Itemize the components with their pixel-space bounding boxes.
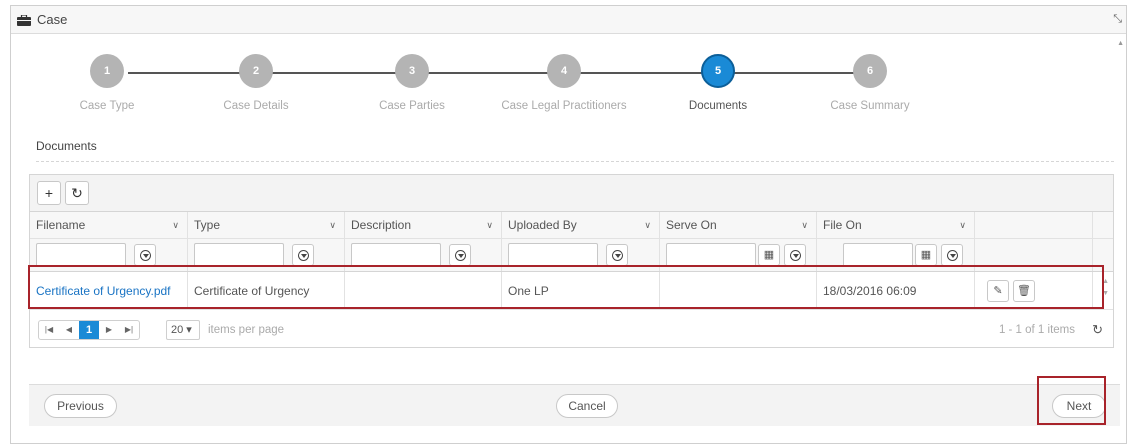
step-number: 5 xyxy=(701,54,735,88)
highlight-box-row xyxy=(28,265,1104,309)
step-number: 1 xyxy=(90,54,124,88)
column-header-label: Serve On xyxy=(666,218,717,232)
filter-input-type[interactable] xyxy=(194,243,284,267)
pager-info: 1 - 1 of 1 items xyxy=(998,324,1075,336)
column-header-type[interactable]: Type ∨ xyxy=(188,212,345,238)
first-page-icon[interactable]: |◀ xyxy=(39,321,59,339)
step-number: 2 xyxy=(239,54,273,88)
prev-page-icon[interactable]: ◀ xyxy=(59,321,79,339)
step-case-type[interactable]: 1 Case Type xyxy=(27,54,187,112)
calendar-icon[interactable]: ▦ xyxy=(915,244,937,266)
column-header-label: Filename xyxy=(36,218,86,232)
filter-icon[interactable] xyxy=(784,244,806,266)
filter-icon[interactable] xyxy=(606,244,628,266)
chevron-down-icon[interactable]: ∨ xyxy=(644,220,651,231)
step-case-summary[interactable]: 6 Case Summary xyxy=(790,54,950,112)
step-label: Case Legal Practitioners xyxy=(501,100,627,112)
page-size-label: items per page xyxy=(208,324,285,336)
chevron-down-icon[interactable]: ∨ xyxy=(801,220,808,231)
filter-input-serve-on[interactable] xyxy=(666,243,756,267)
step-label: Case Summary xyxy=(830,100,910,112)
grid-header-row: Filename ∨ Type ∨ Description ∨ Uploaded… xyxy=(30,212,1113,239)
page-size-select[interactable]: 20 ▾ xyxy=(166,320,200,340)
step-label: Case Parties xyxy=(379,100,445,112)
step-number: 3 xyxy=(395,54,429,88)
column-header-label: Type xyxy=(194,218,221,232)
column-header-label: Uploaded By xyxy=(508,218,577,232)
chevron-down-icon[interactable]: ∨ xyxy=(172,220,179,231)
column-header-label: Description xyxy=(351,218,412,232)
wizard-stepper: 1 Case Type 2 Case Details 3 Case Partie… xyxy=(31,54,931,114)
column-header-actions xyxy=(975,212,1093,238)
documents-grid: + ↻ Filename ∨ Type ∨ Description ∨ Uplo… xyxy=(29,174,1114,348)
briefcase-icon xyxy=(17,14,31,26)
last-page-icon[interactable]: ▶| xyxy=(119,321,139,339)
column-header-filename[interactable]: Filename ∨ xyxy=(30,212,188,238)
window-title: Case xyxy=(37,12,68,27)
resize-icon[interactable]: ⤡ xyxy=(1113,13,1122,26)
page-number-button[interactable]: 1 xyxy=(79,321,99,339)
column-header-uploaded-by[interactable]: Uploaded By ∨ xyxy=(502,212,660,238)
refresh-icon[interactable]: ↻ xyxy=(1092,322,1103,338)
case-window: Case ⤡ ▲ 1 Case Type 2 Case Details 3 Ca… xyxy=(10,5,1127,444)
pager-nav: |◀ ◀ 1 ▶ ▶| xyxy=(38,320,140,340)
column-header-serve-on[interactable]: Serve On ∨ xyxy=(660,212,817,238)
next-page-icon[interactable]: ▶ xyxy=(99,321,119,339)
filter-icon[interactable] xyxy=(134,244,156,266)
filter-icon[interactable] xyxy=(449,244,471,266)
highlight-box-next xyxy=(1037,376,1106,425)
section-title: Documents xyxy=(36,139,97,153)
filter-input-file-on[interactable] xyxy=(843,243,913,267)
step-case-details[interactable]: 2 Case Details xyxy=(176,54,336,112)
filter-input-description[interactable] xyxy=(351,243,441,267)
grid-toolbar: + ↻ xyxy=(30,175,1113,212)
step-case-legal-practitioners[interactable]: 4 Case Legal Practitioners xyxy=(484,54,644,112)
step-number: 4 xyxy=(547,54,581,88)
cancel-button[interactable]: Cancel xyxy=(556,394,618,418)
step-case-parties[interactable]: 3 Case Parties xyxy=(332,54,492,112)
page-size-value: 20 xyxy=(171,324,184,336)
column-header-file-on[interactable]: File On ∨ xyxy=(817,212,975,238)
window-titlebar: Case ⤡ xyxy=(11,6,1126,34)
column-header-description[interactable]: Description ∨ xyxy=(345,212,502,238)
scroll-up-arrow-icon[interactable]: ▲ xyxy=(1117,40,1124,47)
chevron-down-icon[interactable]: ∨ xyxy=(486,220,493,231)
filter-icon[interactable] xyxy=(292,244,314,266)
chevron-down-icon[interactable]: ∨ xyxy=(959,220,966,231)
grid-pager: |◀ ◀ 1 ▶ ▶| 20 ▾ items per page 1 - 1 of… xyxy=(30,313,1113,347)
reset-button[interactable]: ↻ xyxy=(65,181,89,205)
calendar-icon[interactable]: ▦ xyxy=(758,244,780,266)
section-divider xyxy=(36,161,1114,162)
step-label: Case Details xyxy=(223,100,289,112)
filter-input-filename[interactable] xyxy=(36,243,126,267)
filter-icon[interactable] xyxy=(941,244,963,266)
wizard-footer: Previous Cancel Next xyxy=(29,384,1120,426)
chevron-down-icon[interactable]: ∨ xyxy=(329,220,336,231)
column-header-label: File On xyxy=(823,218,862,232)
step-number: 6 xyxy=(853,54,887,88)
previous-button[interactable]: Previous xyxy=(44,394,117,418)
add-document-button[interactable]: + xyxy=(37,181,61,205)
step-label: Case Type xyxy=(79,100,135,112)
step-documents[interactable]: 5 Documents xyxy=(638,54,798,112)
step-label: Documents xyxy=(688,100,748,112)
filter-input-uploaded-by[interactable] xyxy=(508,243,598,267)
